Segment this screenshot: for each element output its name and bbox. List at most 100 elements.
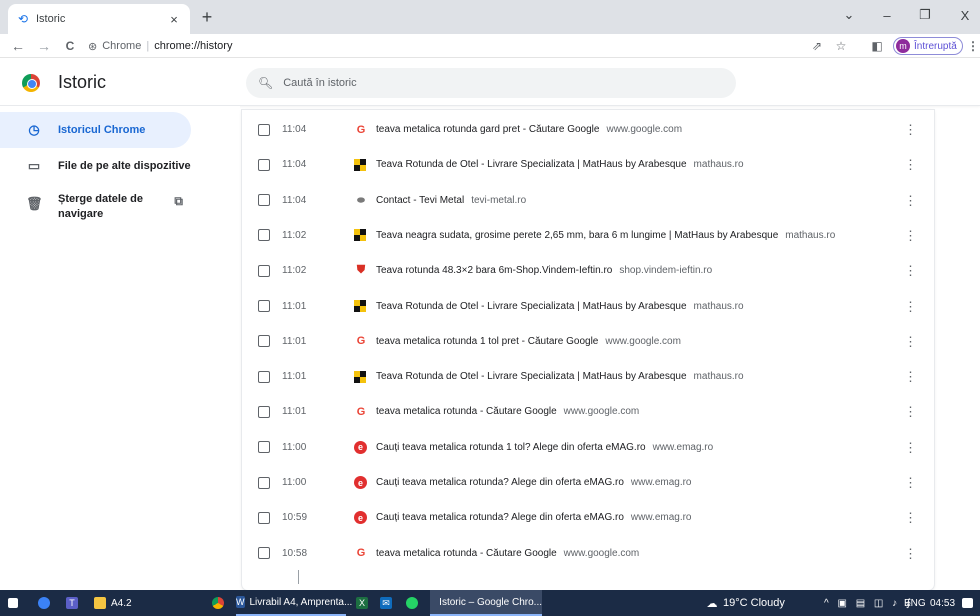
history-row[interactable]: 11:01 Gteava metalica rotunda - Căutare G… (242, 394, 934, 429)
more-actions-icon[interactable]: ⋮ (904, 158, 917, 171)
history-row[interactable]: 11:02 Teava neagra sudata, grosime perete… (242, 218, 934, 253)
taskbar-word[interactable]: W Livrabil A4, Amprenta... (236, 590, 352, 616)
mathaus-icon (354, 370, 366, 383)
row-checkbox[interactable] (258, 335, 270, 348)
omnibox-separator: | (146, 40, 150, 52)
visit-time: 11:04 (282, 194, 307, 206)
taskbar-app-1[interactable] (38, 590, 55, 616)
more-actions-icon[interactable]: ⋮ (904, 300, 917, 313)
history-entry-link[interactable]: Cauți teava metalica rotunda 1 tol? Aleg… (376, 442, 896, 453)
more-actions-icon[interactable]: ⋮ (904, 547, 917, 560)
history-entry-link[interactable]: Teava neagra sudata, grosime perete 2,65… (376, 230, 896, 241)
history-row[interactable]: 11:00 e Cauți teava metalica rotunda? Aleg… (242, 465, 934, 500)
more-actions-icon[interactable]: ⋮ (904, 194, 917, 207)
history-entry-link[interactable]: Cauți teava metalica rotunda? Alege din … (376, 477, 896, 488)
sidebar-item-other-devices[interactable]: ▭ File de pe alte dispozitive (0, 148, 191, 184)
taskbar-chrome-history[interactable]: Istoric – Google Chro... (430, 590, 542, 616)
history-row[interactable]: 11:04 Gteava metalica rotunda gard pret -… (242, 112, 934, 147)
history-entry-link[interactable]: Cauți teava metalica rotunda? Alege din … (376, 512, 896, 523)
reload-button[interactable]: C (60, 39, 80, 53)
more-actions-icon[interactable]: ⋮ (904, 370, 917, 383)
sidebar-item-chrome-history[interactable]: ◷ Istoricul Chrome (0, 112, 191, 148)
entry-title: Cauți teava metalica rotunda? Alege din … (376, 512, 624, 524)
close-tab-icon[interactable]: × (166, 12, 182, 27)
history-entry-link[interactable]: Teava Rotunda de Otel - Livrare Speciali… (376, 301, 896, 312)
row-checkbox[interactable] (258, 441, 270, 454)
more-actions-icon[interactable]: ⋮ (904, 441, 917, 454)
entry-domain: www.google.com (563, 406, 640, 418)
more-actions-icon[interactable]: ⋮ (904, 123, 917, 136)
restore-button[interactable]: ❐ (910, 4, 940, 26)
history-row[interactable]: 11:01 Teava Rotunda de Otel - Livrare Spe… (242, 359, 934, 394)
row-checkbox[interactable] (258, 511, 270, 524)
clock[interactable]: 04:53 (930, 590, 955, 616)
start-button[interactable] (8, 590, 23, 616)
url-text: chrome://history (154, 40, 233, 52)
row-checkbox[interactable] (258, 370, 270, 383)
more-actions-icon[interactable]: ⋮ (904, 476, 917, 489)
close-window-button[interactable]: X (950, 4, 980, 26)
kebab-menu-icon[interactable]: ⋮ (964, 37, 980, 55)
forward-button[interactable]: → (34, 38, 54, 54)
row-checkbox[interactable] (258, 264, 270, 277)
row-checkbox[interactable] (258, 547, 270, 560)
weather-widget[interactable]: ☁ 19°C Cloudy (706, 590, 785, 616)
notification-icon[interactable] (962, 590, 978, 616)
row-checkbox[interactable] (258, 123, 270, 136)
tab-history[interactable]: ⟲ Istoric × (8, 4, 190, 34)
taskbar-teams[interactable]: T (66, 590, 83, 616)
search-input[interactable] (283, 77, 704, 89)
history-entry-link[interactable]: teava metalica rotunda gard pret - Căuta… (376, 124, 896, 135)
share-icon[interactable]: ⇗ (808, 37, 826, 55)
more-actions-icon[interactable]: ⋮ (904, 229, 917, 242)
history-list: 11:04 Gteava metalica rotunda gard pret -… (242, 110, 934, 590)
history-entry-link[interactable]: Teava Rotunda de Otel - Livrare Speciali… (376, 371, 896, 382)
more-actions-icon[interactable]: ⋮ (904, 405, 917, 418)
entry-domain: mathaus.ro (693, 371, 744, 383)
profile-button[interactable]: m Întreruptă (893, 37, 963, 55)
system-tray-icons[interactable]: ^ ▣ ▤ ◫ ♪ ∮ (824, 590, 914, 616)
new-tab-button[interactable]: + (196, 6, 218, 28)
history-row[interactable]: 11:00 e Cauți teava metalica rotunda 1 tol… (242, 430, 934, 465)
history-row[interactable]: 10:59 e Cauți teava metalica rotunda? Aleg… (242, 500, 934, 535)
taskbar-mail[interactable]: ✉ (380, 590, 397, 616)
tab-search-button[interactable]: ⌄ (834, 4, 864, 26)
row-checkbox[interactable] (258, 300, 270, 312)
back-button[interactable]: ← (8, 38, 28, 54)
row-checkbox[interactable] (258, 405, 270, 418)
history-entry-link[interactable]: Contact - Tevi Metal tevi-metal.ro (376, 195, 896, 206)
minimize-button[interactable]: – (872, 4, 902, 26)
bookmark-star-icon[interactable]: ☆ (832, 37, 850, 55)
history-entry-link[interactable]: teava metalica rotunda - Căutare Google w… (376, 548, 896, 559)
history-row[interactable]: 11:01 Gteava metalica rotunda 1 tol pret … (242, 324, 934, 359)
history-row[interactable]: 10:58 Gteava metalica rotunda - Căutare G… (242, 536, 934, 571)
row-checkbox[interactable] (258, 158, 270, 171)
language-indicator[interactable]: ENG (904, 590, 926, 616)
row-checkbox[interactable] (258, 229, 270, 242)
row-checkbox[interactable] (258, 194, 270, 207)
history-row[interactable]: 11:01 Teava Rotunda de Otel - Livrare Spe… (242, 289, 934, 324)
sidebar-item-clear-data[interactable]: 🗑︎ Șterge datele de navigare ⧉ (0, 186, 191, 228)
taskbar-chrome[interactable] (212, 590, 229, 616)
taskbar-whatsapp[interactable] (406, 590, 423, 616)
mathaus-icon (354, 229, 366, 242)
history-entry-link[interactable]: Teava rotunda 48.3×2 bara 6m-Shop.Vindem… (376, 265, 896, 276)
entry-title: teava metalica rotunda 1 tol pret - Căut… (376, 335, 599, 347)
history-entry-link[interactable]: teava metalica rotunda 1 tol pret - Căut… (376, 336, 896, 347)
sidebar-item-label: File de pe alte dispozitive (58, 160, 191, 172)
more-actions-icon[interactable]: ⋮ (904, 511, 917, 524)
history-row[interactable]: 11:04 Teava Rotunda de Otel - Livrare Spe… (242, 147, 934, 182)
taskbar-excel[interactable]: X (356, 590, 373, 616)
entry-domain: www.emag.ro (652, 441, 714, 453)
address-bar[interactable]: ⊛ Chrome | chrome://history (88, 36, 810, 56)
more-actions-icon[interactable]: ⋮ (904, 264, 917, 277)
side-panel-icon[interactable]: ◧ (868, 37, 886, 55)
more-actions-icon[interactable]: ⋮ (904, 335, 917, 348)
history-row[interactable]: 11:02 ⛊ Teava rotunda 48.3×2 bara 6m-Shop.… (242, 253, 934, 288)
history-row[interactable]: 11:04 ⬬ Contact - Tevi Metal tevi-metal.ro ⋮ (242, 183, 934, 218)
history-entry-link[interactable]: Teava Rotunda de Otel - Livrare Speciali… (376, 159, 896, 170)
row-checkbox[interactable] (258, 476, 270, 489)
search-box[interactable]: 🔍︎ (246, 68, 736, 98)
taskbar-folder[interactable]: A4.2 (94, 590, 132, 616)
history-entry-link[interactable]: teava metalica rotunda - Căutare Google w… (376, 406, 896, 417)
